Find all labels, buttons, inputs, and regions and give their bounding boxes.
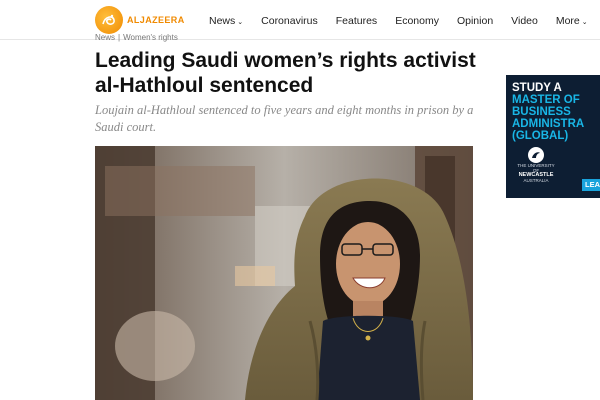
ad-line: ADMINISTRA xyxy=(512,118,585,130)
ad-line: BUSINESS xyxy=(512,106,571,118)
breadcrumb: News | Women's rights xyxy=(95,33,178,42)
advertisement-banner[interactable]: STUDY A MASTER OF BUSINESS ADMINISTRA (G… xyxy=(506,75,600,198)
university-crest-icon xyxy=(528,147,544,163)
ad-learn-more-button[interactable]: LEAR xyxy=(582,179,600,191)
article-headline: Leading Saudi women’s rights activist al… xyxy=(95,49,476,97)
university-name: THE UNIVERSITY OF NEWCASTLE AUSTRALIA xyxy=(516,163,556,183)
breadcrumb-item-news[interactable]: News xyxy=(95,33,115,42)
nav-item-economy[interactable]: Economy xyxy=(395,15,439,27)
nav-item-news[interactable]: News ⌄ xyxy=(209,15,243,27)
main-nav: News ⌄ Coronavirus Features Economy Opini… xyxy=(209,15,600,27)
article-subtitle: Loujain al-Hathloul sentenced to five ye… xyxy=(95,103,474,134)
nav-item-coronavirus[interactable]: Coronavirus xyxy=(261,15,318,27)
article-hero-image xyxy=(95,146,473,400)
nav-item-opinion[interactable]: Opinion xyxy=(457,15,493,27)
ad-line: MASTER OF xyxy=(512,94,580,106)
chevron-down-icon: ⌄ xyxy=(581,19,588,26)
ad-line: STUDY A xyxy=(512,82,562,94)
nav-item-label: News xyxy=(209,15,236,27)
nav-item-more[interactable]: More ⌄ xyxy=(556,15,588,27)
site-header: ALJAZEERA News ⌄ Coronavirus Features Eco… xyxy=(0,0,600,40)
breadcrumb-item-womens-rights[interactable]: Women's rights xyxy=(123,33,178,42)
aljazeera-emblem-icon xyxy=(95,6,123,34)
nav-item-features[interactable]: Features xyxy=(336,15,377,27)
ad-line: (GLOBAL) xyxy=(512,130,569,142)
breadcrumb-separator: | xyxy=(118,33,121,42)
university-country: AUSTRALIA xyxy=(523,178,549,183)
nav-item-label: More xyxy=(555,15,580,27)
nav-item-video[interactable]: Video xyxy=(511,15,538,27)
chevron-down-icon: ⌄ xyxy=(237,19,244,26)
logo-wordmark: ALJAZEERA xyxy=(127,15,185,25)
aljazeera-logo[interactable]: ALJAZEERA xyxy=(95,6,185,34)
ad-headline: STUDY A MASTER OF BUSINESS ADMINISTRA (G… xyxy=(512,82,584,142)
